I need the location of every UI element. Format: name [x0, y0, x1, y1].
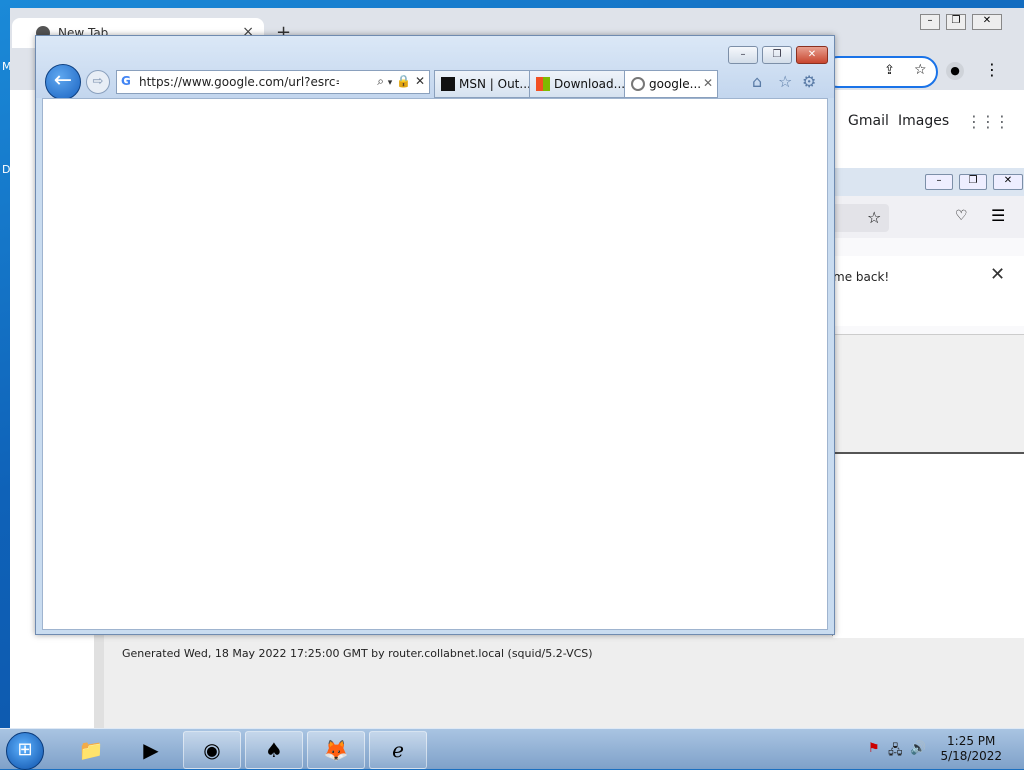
share-icon[interactable]: ⇪ [884, 63, 895, 78]
firefox-toolbar: ☆ ♡ ☰ [833, 196, 1024, 238]
firefox-content-grey [833, 334, 1024, 453]
firefox-titlebar: – ❐ ✕ [833, 168, 1024, 196]
bookmark-star-icon[interactable]: ☆ [914, 62, 927, 78]
back-button[interactable]: ← [45, 64, 81, 100]
firefox-notification: me back! ✕ [833, 256, 1024, 326]
ie-page-content [42, 98, 828, 630]
action-center-flag-icon[interactable]: ⚑ [868, 741, 880, 756]
tab-msn[interactable]: MSN | Out... [434, 70, 531, 98]
address-actions: ⌕ ▾ 🔒 ✕ [377, 74, 425, 89]
firefox-content-white [833, 452, 1024, 638]
tab-label: MSN | Out... [459, 77, 531, 91]
close-notification-icon[interactable]: ✕ [990, 264, 1005, 285]
close-button[interactable]: ✕ [993, 174, 1023, 190]
restore-button[interactable]: ❐ [762, 46, 792, 64]
pocket-icon[interactable]: ♡ [955, 208, 968, 224]
microsoft-icon [536, 77, 550, 91]
internet-explorer-icon[interactable]: ℯ [369, 731, 427, 769]
chrome-address-bar[interactable]: ⇪ ☆ [822, 56, 938, 88]
clock[interactable]: 1:25 PM 5/18/2022 [940, 734, 1002, 764]
minimize-button[interactable]: – [728, 46, 758, 64]
system-tray: ⚑ 🖧 🔊 1:25 PM 5/18/2022 [854, 729, 1024, 769]
profile-avatar-icon[interactable]: ● [946, 62, 964, 80]
ie-window: – ❐ ✕ ← ⇨ G https://www.google.com/url?e… [35, 35, 835, 635]
chrome-menu-icon[interactable]: ⋮ [984, 60, 1000, 79]
gmail-link[interactable]: Gmail [848, 113, 889, 129]
solitaire-icon[interactable]: ♠ [245, 731, 303, 769]
forward-button[interactable]: ⇨ [86, 70, 110, 94]
file-explorer-icon[interactable]: 📁 [62, 731, 120, 769]
minimize-button[interactable]: – [920, 14, 940, 30]
loading-icon [631, 77, 645, 91]
tab-label: google... [649, 77, 702, 91]
bookmark-star-icon[interactable]: ☆ [867, 208, 881, 227]
firefox-window: – ❐ ✕ ☆ ♡ ☰ me back! ✕ [832, 168, 1024, 638]
home-icon[interactable]: ⌂ [752, 72, 762, 91]
images-link[interactable]: Images [898, 113, 949, 129]
close-tab-icon[interactable]: ✕ [703, 76, 713, 90]
squid-error-footer: Generated Wed, 18 May 2022 17:25:00 GMT … [94, 633, 1024, 728]
address-input[interactable]: https://www.google.com/url?esrc=s&q= [139, 75, 339, 89]
clock-time: 1:25 PM [947, 734, 996, 748]
close-button[interactable]: ✕ [972, 14, 1002, 30]
google-favicon-icon: G [121, 74, 131, 88]
taskbar: ⊞ 📁 ▶ ◉ ♠ 🦊 ℯ ⚑ 🖧 🔊 1:25 PM 5/18/2022 [0, 728, 1024, 770]
chrome-taskbar-icon[interactable]: ◉ [183, 731, 241, 769]
firefox-urlbar-end[interactable]: ☆ [833, 204, 889, 232]
tab-google[interactable]: google... ✕ [624, 70, 718, 98]
start-button[interactable]: ⊞ [6, 732, 44, 770]
tab-download[interactable]: Download... [529, 70, 625, 98]
network-icon[interactable]: 🖧 [888, 741, 903, 763]
ie-address-bar[interactable]: G https://www.google.com/url?esrc=s&q= ⌕… [116, 70, 430, 94]
clock-date: 5/18/2022 [940, 749, 1002, 763]
volume-icon[interactable]: 🔊 [910, 741, 926, 756]
tab-label: Download... [554, 77, 626, 91]
settings-gear-icon[interactable]: ⚙ [802, 72, 816, 91]
favorites-star-icon[interactable]: ☆ [778, 72, 792, 91]
ie-navbar: – ❐ ✕ ← ⇨ G https://www.google.com/url?e… [36, 36, 834, 100]
media-player-icon[interactable]: ▶ [122, 731, 180, 769]
restore-button[interactable]: ❐ [946, 14, 966, 30]
dropdown-icon[interactable]: ▾ [388, 78, 393, 88]
lock-icon[interactable]: 🔒 [396, 74, 411, 88]
minimize-button[interactable]: – [925, 174, 953, 190]
firefox-taskbar-icon[interactable]: 🦊 [307, 731, 365, 769]
msn-icon [441, 77, 455, 91]
notification-text: me back! [833, 270, 890, 284]
squid-generated-text: Generated Wed, 18 May 2022 17:25:00 GMT … [122, 647, 593, 660]
close-button[interactable]: ✕ [796, 46, 828, 64]
apps-grid-icon[interactable]: ⋮⋮⋮ [966, 112, 1010, 131]
search-icon[interactable]: ⌕ [377, 74, 384, 88]
restore-button[interactable]: ❐ [959, 174, 987, 190]
hamburger-menu-icon[interactable]: ☰ [991, 206, 1005, 225]
stop-icon[interactable]: ✕ [415, 74, 425, 88]
